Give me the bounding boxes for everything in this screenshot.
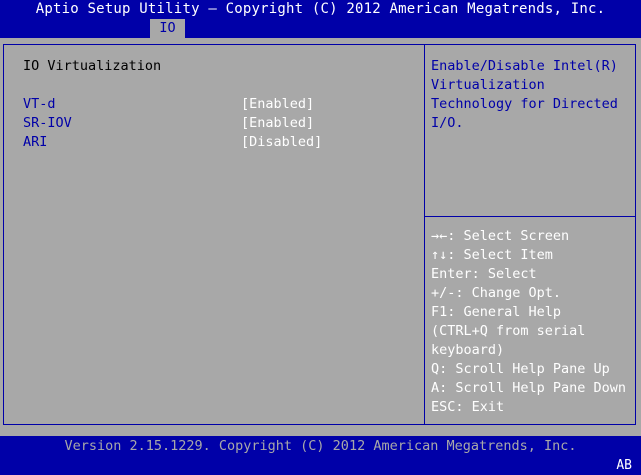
- key-help-scroll-down: A: Scroll Help Pane Down: [431, 380, 627, 396]
- option-vt-d-value[interactable]: [Enabled]: [241, 95, 314, 114]
- option-ari-label[interactable]: ARI: [23, 133, 47, 152]
- footer-badge: AB: [616, 458, 632, 473]
- section-title: IO Virtualization: [23, 58, 162, 74]
- key-help-general-help: F1: General Help: [431, 304, 562, 320]
- help-description: Enable/Disable Intel(R) Virtualization T…: [431, 58, 618, 131]
- key-help-select-item: ↑↓: Select Item: [431, 247, 553, 263]
- header-title: Aptio Setup Utility – Copyright (C) 2012…: [35, 1, 606, 17]
- option-ari-value[interactable]: [Disabled]: [241, 133, 322, 152]
- option-sr-iov-label[interactable]: SR-IOV: [23, 114, 72, 133]
- key-help-scroll-up: Q: Scroll Help Pane Up: [431, 361, 610, 377]
- footer-version: Version 2.15.1229. Copyright (C) 2012 Am…: [64, 438, 577, 454]
- key-help-keyboard: keyboard): [431, 342, 505, 358]
- key-help-ctrl-q: (CTRL+Q from serial: [431, 323, 586, 339]
- key-help-exit: ESC: Exit: [431, 399, 505, 415]
- key-help-change-opt: +/-: Change Opt.: [431, 285, 562, 301]
- option-vt-d-label[interactable]: VT-d: [23, 95, 56, 114]
- key-help-enter: Enter: Select: [431, 266, 537, 282]
- option-sr-iov-value[interactable]: [Enabled]: [241, 114, 314, 133]
- help-divider-horizontal: [425, 216, 636, 217]
- key-help-select-screen: →←: Select Screen: [431, 228, 570, 244]
- main-panel: IO Virtualization VT-d [Enabled] SR-IOV …: [0, 38, 641, 436]
- panel-divider-vertical: [424, 44, 425, 425]
- tab-io[interactable]: IO: [150, 19, 185, 38]
